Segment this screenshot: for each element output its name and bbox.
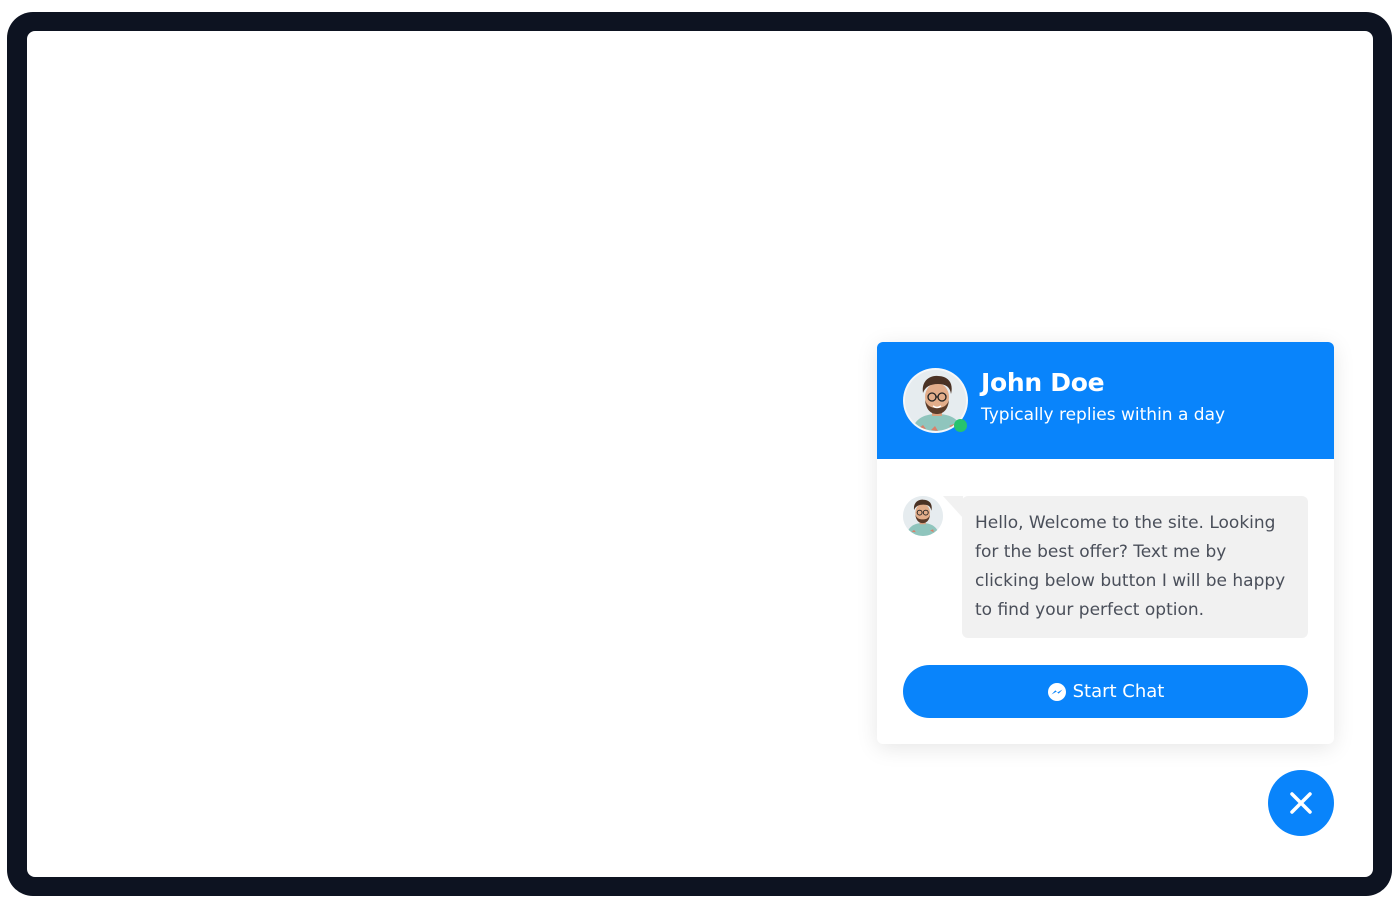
avatar-photo-icon <box>903 496 943 536</box>
agent-name: John Doe <box>981 368 1105 397</box>
screen: John Doe Typically replies within a day <box>27 31 1373 877</box>
device-frame: John Doe Typically replies within a day <box>7 12 1392 896</box>
messenger-icon <box>1047 682 1067 702</box>
chat-widget: John Doe Typically replies within a day <box>877 342 1334 744</box>
start-chat-label: Start Chat <box>1072 681 1165 702</box>
message-avatar <box>903 496 943 536</box>
close-chat-button[interactable] <box>1268 770 1334 836</box>
message-bubble: Hello, Welcome to the site. Looking for … <box>962 496 1308 638</box>
start-chat-button[interactable]: Start Chat <box>903 665 1308 718</box>
online-status-dot <box>954 419 967 432</box>
close-icon <box>1290 792 1312 814</box>
bubble-tail <box>943 496 963 518</box>
message-text: Hello, Welcome to the site. Looking for … <box>975 513 1286 620</box>
chat-header: John Doe Typically replies within a day <box>877 342 1334 459</box>
agent-status: Typically replies within a day <box>981 405 1226 425</box>
